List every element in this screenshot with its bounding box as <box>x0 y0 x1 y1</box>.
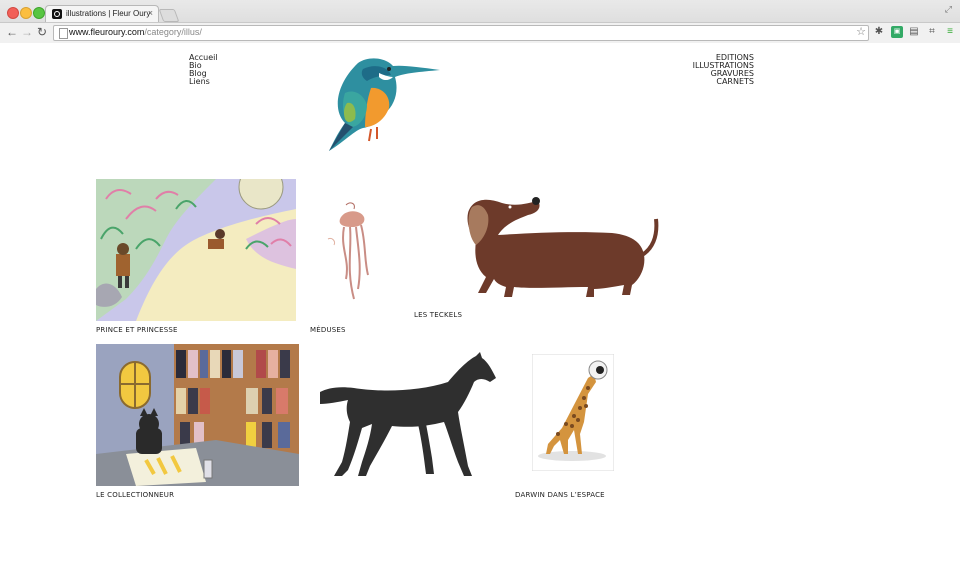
page-icon <box>59 28 68 39</box>
fullscreen-icon[interactable]: ⤢ <box>945 4 952 15</box>
extension-puzzle-icon[interactable]: ✱ <box>873 26 885 38</box>
kingfisher-logo[interactable] <box>323 53 443 156</box>
extension-window-icon[interactable]: ▤ <box>908 26 920 38</box>
url-text: www.fleuroury.com/category/illus/ <box>69 27 202 37</box>
back-arrow-icon[interactable]: ← <box>6 25 18 39</box>
caption-le-collectionneur[interactable]: LE COLLECTIONNEUR <box>96 491 174 499</box>
zoom-window-button[interactable] <box>33 7 45 19</box>
caption-les-teckels[interactable]: LES TECKELS <box>414 311 462 319</box>
illustration-les-teckels[interactable] <box>462 193 662 303</box>
caption-darwin-dans-lespace[interactable]: DARWIN DANS L’ESPACE <box>515 491 605 499</box>
forward-arrow-icon[interactable]: → <box>21 25 33 39</box>
menu-icon[interactable]: ≡ <box>944 26 956 38</box>
nav-link-carnets[interactable]: CARNETS <box>690 78 754 86</box>
minimize-window-button[interactable] <box>20 7 32 19</box>
left-navigation: Accueil Bio Blog Liens <box>189 54 218 86</box>
illustration-le-collectionneur[interactable] <box>96 344 299 486</box>
illustration-meduses[interactable] <box>310 179 400 321</box>
tab-title: illustrations | Fleur Oury <box>66 9 151 18</box>
extension-frame-icon[interactable]: ⌗ <box>926 26 938 38</box>
extension-badge-icon[interactable]: ▣ <box>891 26 903 38</box>
new-tab-button[interactable] <box>158 9 180 22</box>
reload-icon[interactable]: ↻ <box>37 25 47 39</box>
right-navigation: EDITIONS ILLUSTRATIONS GRAVURES CARNETS <box>690 54 754 86</box>
bookmark-star-icon[interactable]: ☆ <box>856 25 866 38</box>
illustration-horse[interactable] <box>318 352 498 482</box>
browser-tab-active[interactable]: illustrations | Fleur Oury × <box>45 5 159 23</box>
illustration-prince-et-princesse[interactable] <box>96 179 296 321</box>
page-content: Accueil Bio Blog Liens EDITIONS ILLUSTRA… <box>0 43 960 574</box>
illustration-darwin-dans-lespace[interactable] <box>532 354 614 471</box>
site-favicon-icon <box>52 9 62 19</box>
tab-close-button[interactable]: × <box>148 8 153 18</box>
close-window-button[interactable] <box>7 7 19 19</box>
nav-link-liens[interactable]: Liens <box>189 78 218 86</box>
browser-toolbar: ← → ↻ www.fleuroury.com/category/illus/ … <box>0 22 960 43</box>
tab-bar: illustrations | Fleur Oury × ⤢ <box>0 0 960 23</box>
caption-meduses[interactable]: MÉDUSES <box>310 326 346 334</box>
browser-chrome: illustrations | Fleur Oury × ⤢ ← → ↻ www… <box>0 0 960 43</box>
address-bar[interactable]: www.fleuroury.com/category/illus/ ☆ <box>53 25 869 41</box>
caption-prince-et-princesse[interactable]: PRINCE ET PRINCESSE <box>96 326 178 334</box>
